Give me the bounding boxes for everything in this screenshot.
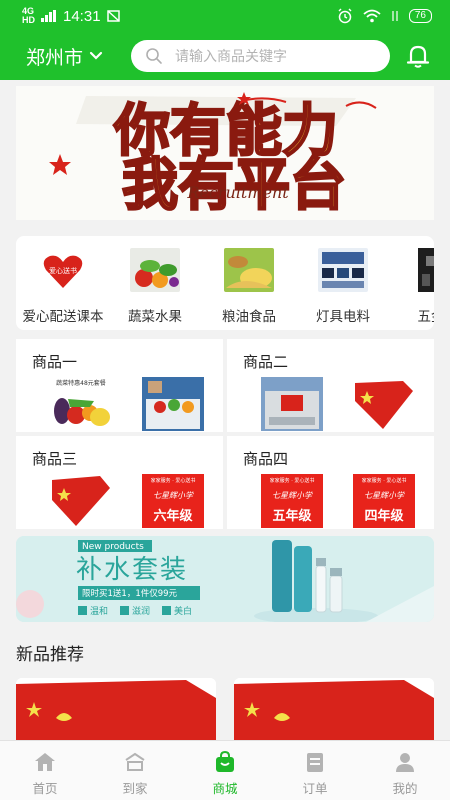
svg-text:四年级: 四年级	[364, 508, 404, 524]
product-card-1[interactable]: 商品一 蔬菜特惠48元套餐	[16, 339, 223, 432]
bell-icon	[406, 45, 430, 68]
new-product-card-2[interactable]	[234, 678, 434, 740]
category-love-delivery[interactable]: 爱心送书 爱心配送课本	[16, 248, 110, 325]
banner-subtitle: Recruitment	[186, 183, 289, 202]
top-bar: 4G HD 14:31 76 郑州市 请输入商品关键字	[0, 0, 450, 80]
product-card-3[interactable]: 商品三 家家服务 · 爱心送书 七星辉小学 六年级	[16, 436, 223, 529]
nav-home[interactable]: 首页	[0, 741, 90, 800]
svg-text:家家服务 · 爱心送书: 家家服务 · 爱心送书	[151, 477, 196, 484]
promo-title: 补水套装	[76, 555, 188, 585]
svg-text:温和: 温和	[90, 606, 108, 617]
nav-label: 到家	[122, 782, 148, 796]
bell-button[interactable]	[406, 43, 430, 69]
product-grid: 商品一 蔬菜特惠48元套餐 商品二 商品三 家家服务 · 爱心送书 七星辉小学 …	[16, 339, 434, 529]
new-products-title: 新品推荐	[16, 645, 84, 664]
promo-offer: 限时买1送1，1件仅99元	[82, 588, 178, 599]
category-vegetables[interactable]: 蔬菜水果	[108, 248, 202, 325]
promo-graphic: New products 补水套装 限时买1送1，1件仅99元 温和 滋润 美白	[16, 536, 434, 622]
vegetable-set-image: 蔬菜特惠48元套餐	[50, 377, 112, 431]
bottom-nav: 首页 到家 商城 订单 我的	[0, 740, 450, 800]
recruitment-banner[interactable]: 你有能力 我有平台 Recruitment	[16, 86, 434, 220]
red-scarf-image	[234, 678, 434, 740]
nav-label: 订单	[302, 782, 328, 796]
red-scarf-image	[16, 678, 216, 740]
hardware-thumb	[418, 248, 434, 292]
nav-mall[interactable]: 商城	[180, 741, 270, 800]
category-hardware[interactable]: 五金	[384, 248, 434, 325]
red-scarf-image	[50, 474, 112, 528]
svg-text:美白: 美白	[174, 605, 192, 617]
home-icon	[34, 751, 56, 773]
svg-text:家家服务 · 爱心送书: 家家服务 · 爱心送书	[270, 477, 315, 484]
category-grain-oil[interactable]: 粮油食品	[202, 248, 296, 325]
svg-text:五年级: 五年级	[272, 508, 312, 524]
svg-text:七星辉小学: 七星辉小学	[272, 491, 313, 500]
product-title: 商品二	[243, 354, 289, 371]
category-label: 爱心配送课本	[22, 309, 104, 324]
svg-text:家家服务 · 爱心送书: 家家服务 · 爱心送书	[362, 477, 407, 484]
nav-label: 我的	[392, 782, 418, 796]
svg-text:六年级: 六年级	[153, 508, 193, 524]
search-placeholder: 请输入商品关键字	[175, 48, 287, 64]
lighting-thumb	[318, 248, 368, 292]
nav-profile[interactable]: 我的	[360, 741, 450, 800]
notification-icon	[106, 10, 120, 22]
city-selector[interactable]: 郑州市	[26, 43, 131, 70]
grade-four-book-image: 家家服务 · 爱心送书 七星辉小学 四年级	[353, 474, 415, 528]
nav-delivery[interactable]: 到家	[90, 741, 180, 800]
vegetables-thumb	[130, 248, 180, 292]
vegetable-box-image	[142, 377, 204, 431]
chevron-down-icon	[89, 51, 103, 60]
alarm-icon	[338, 8, 352, 24]
category-label: 粮油食品	[222, 309, 276, 324]
product-card-4[interactable]: 商品四 家家服务 · 爱心送书 七星辉小学 五年级 家家服务 · 爱心送书 七星…	[227, 436, 434, 529]
svg-text:七星辉小学: 七星辉小学	[153, 491, 194, 500]
search-input[interactable]: 请输入商品关键字	[131, 40, 390, 72]
grade-five-book-image: 家家服务 · 爱心送书 七星辉小学 五年级	[261, 474, 323, 528]
category-lighting[interactable]: 灯具电料	[296, 248, 390, 325]
wifi-icon	[363, 9, 381, 23]
product-card-2[interactable]: 商品二	[227, 339, 434, 432]
data-arrows-icon	[392, 11, 398, 21]
grain-oil-thumb	[224, 248, 274, 292]
category-label: 五金	[417, 309, 435, 324]
profile-icon	[394, 751, 416, 773]
svg-text:滋润: 滋润	[132, 605, 150, 617]
nav-label: 首页	[32, 782, 58, 796]
category-label: 灯具电料	[316, 309, 370, 324]
city-label: 郑州市	[26, 47, 84, 69]
search-icon	[146, 48, 162, 64]
grade-six-book-image: 家家服务 · 爱心送书 七星辉小学 六年级	[142, 474, 204, 528]
signal-icon	[41, 10, 56, 22]
network-subtype: HD	[22, 15, 35, 25]
shopping-bag-icon	[214, 751, 236, 773]
battery-indicator: 76	[408, 9, 432, 23]
product-title: 商品四	[243, 451, 289, 468]
house-delivery-icon	[124, 751, 146, 773]
status-bar: 4G HD 14:31 76	[0, 0, 450, 32]
clock: 14:31	[63, 7, 101, 25]
promo-tag: New products	[82, 542, 144, 552]
app-header: 郑州市 请输入商品关键字	[0, 32, 450, 80]
nav-label: 商城	[212, 782, 238, 796]
new-product-card-1[interactable]	[16, 678, 216, 740]
svg-text:爱心送书: 爱心送书	[49, 266, 77, 275]
banner-graphic: 你有能力 我有平台 Recruitment	[16, 86, 434, 220]
book-box-image	[261, 377, 323, 431]
product-title: 商品一	[32, 354, 78, 371]
promo-banner[interactable]: New products 补水套装 限时买1送1，1件仅99元 温和 滋润 美白	[16, 536, 434, 622]
svg-text:七星辉小学: 七星辉小学	[364, 491, 405, 500]
network-indicator: 4G HD	[22, 7, 35, 25]
nav-orders[interactable]: 订单	[270, 741, 360, 800]
category-bar: 爱心送书 爱心配送课本 蔬菜水果 粮油食品 灯具电料 五	[16, 236, 434, 330]
red-scarf-image	[353, 377, 415, 431]
product-title: 商品三	[32, 451, 78, 468]
love-delivery-thumb: 爱心送书	[38, 248, 88, 292]
order-icon	[304, 751, 326, 773]
svg-text:蔬菜特惠48元套餐: 蔬菜特惠48元套餐	[56, 379, 106, 387]
category-label: 蔬菜水果	[128, 309, 182, 324]
